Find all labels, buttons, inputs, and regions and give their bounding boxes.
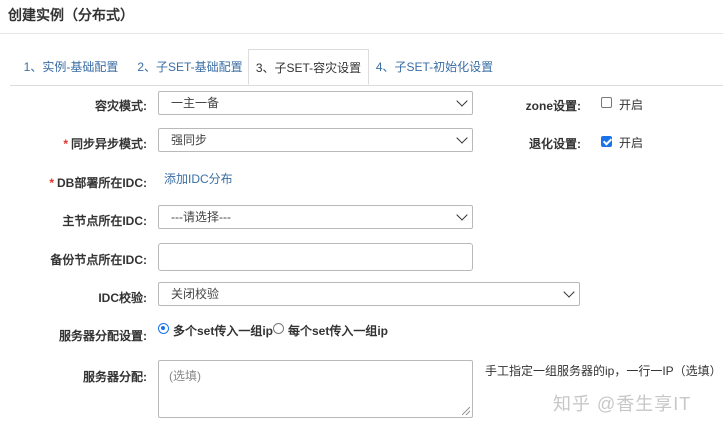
dr-mode-select[interactable]: 一主一备 — [158, 91, 473, 115]
tab-bar: 1、实例-基础配置 2、子SET-基础配置 3、子SET-容灾设置 4、子SET… — [10, 49, 723, 86]
chevron-down-icon — [456, 209, 468, 221]
title-divider — [0, 33, 723, 34]
radio-each-set-one-ip[interactable] — [273, 323, 284, 334]
tab-instance-basic[interactable]: 1、实例-基础配置 — [10, 49, 132, 85]
idc-check-select[interactable]: 关闭校验 — [158, 282, 580, 306]
radio-each-set-one-ip-label: 每个set传入一组ip — [288, 324, 389, 338]
required-mark: * — [63, 137, 68, 151]
idc-check-value: 关闭校验 — [171, 287, 220, 301]
resize-grip-icon[interactable] — [462, 407, 470, 415]
page-title: 创建实例（分布式） — [8, 7, 134, 23]
master-idc-select[interactable]: ---请选择--- — [158, 205, 473, 229]
tab-subset-init[interactable]: 4、子SET-初始化设置 — [369, 49, 500, 85]
degrade-option-label: 开启 — [619, 136, 644, 150]
idc-check-label: IDC校验: — [98, 291, 147, 305]
backup-idc-input[interactable] — [158, 243, 473, 271]
backup-idc-label: 备份节点所在IDC: — [50, 253, 147, 267]
sync-mode-label: * 同步异步模式: — [40, 135, 147, 152]
db-idc-label-text: DB部署所在IDC: — [57, 176, 147, 190]
chevron-down-icon — [563, 286, 575, 298]
chevron-down-icon — [456, 95, 468, 107]
sync-mode-value: 强同步 — [171, 133, 208, 147]
zone-option-label: 开启 — [619, 98, 644, 112]
zone-label: zone设置: — [525, 99, 581, 113]
dr-mode-value: 一主一备 — [171, 96, 220, 110]
required-mark: * — [49, 176, 54, 190]
radio-multi-set-one-ip[interactable] — [158, 323, 169, 334]
master-idc-label: 主节点所在IDC: — [62, 214, 147, 228]
server-alloc-placeholder: (选填) — [169, 369, 201, 383]
sync-mode-select[interactable]: 强同步 — [158, 128, 473, 152]
sync-mode-label-text: 同步异步模式: — [71, 137, 147, 151]
tab-subset-basic[interactable]: 2、子SET-基础配置 — [132, 49, 248, 85]
chevron-down-icon — [456, 132, 468, 144]
db-idc-label: * DB部署所在IDC: — [30, 174, 147, 191]
zone-checkbox[interactable] — [601, 97, 612, 108]
server-alloc-hint: 手工指定一组服务器的ip，一行一IP（选填） — [485, 364, 722, 378]
watermark: 知乎 @香生享IT — [553, 394, 692, 414]
dr-mode-label: 容灾模式: — [95, 99, 147, 113]
server-alloc-setting-label: 服务器分配设置: — [59, 329, 147, 343]
degrade-label: 退化设置: — [529, 137, 581, 151]
radio-multi-set-one-ip-label: 多个set传入一组ip — [173, 324, 274, 338]
server-alloc-label: 服务器分配: — [83, 370, 147, 384]
degrade-checkbox[interactable] — [601, 136, 612, 147]
add-idc-link[interactable]: 添加IDC分布 — [164, 170, 233, 187]
master-idc-value: ---请选择--- — [171, 210, 231, 224]
tab-subset-dr[interactable]: 3、子SET-容灾设置 — [248, 49, 369, 85]
server-alloc-textarea[interactable]: (选填) — [158, 360, 473, 418]
